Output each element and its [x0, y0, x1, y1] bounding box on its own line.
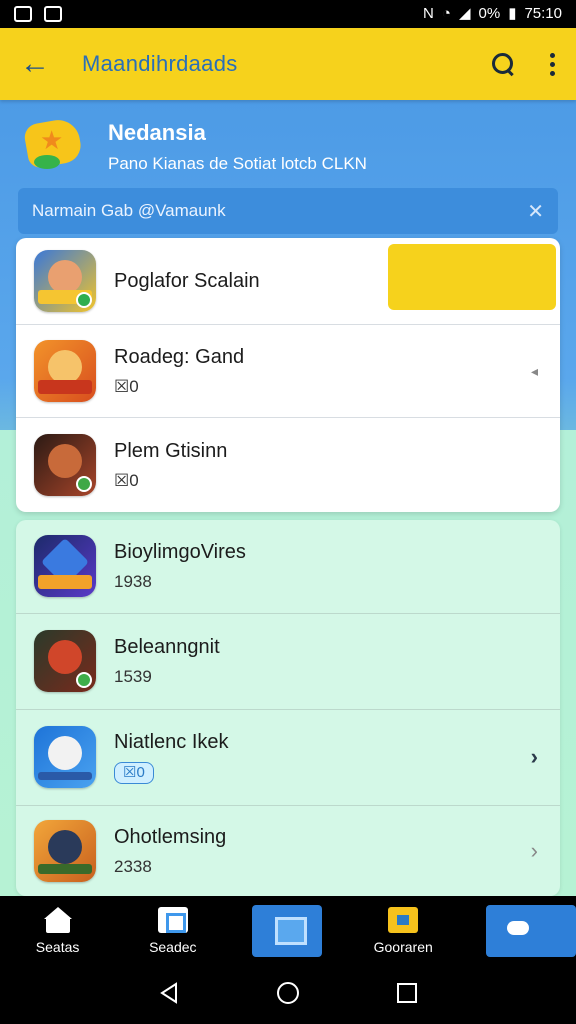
nav-item-search[interactable]: Seadec	[115, 896, 230, 966]
game-icon	[34, 535, 96, 597]
list-item-title: Roadeg: Gand	[114, 345, 245, 368]
list-item-badge: ☒0	[114, 761, 154, 784]
list-item-title: Poglafor Scalain	[114, 269, 260, 292]
app-list-card: BioylimgoVires 1938 Beleanngnit 1539 Nia…	[16, 520, 560, 896]
folder-icon	[388, 907, 419, 933]
nav-label: Seadec	[149, 939, 197, 955]
featured-list-card: Poglafor Scalain Roadeg: Gand ☒0 ◂ Plem …	[16, 238, 560, 512]
chevron-right-icon: ◂	[530, 362, 538, 379]
list-item-title: BioylimgoVires	[114, 540, 246, 563]
search-icon[interactable]	[490, 51, 516, 77]
list-item-subtitle: 2338	[114, 856, 152, 876]
wifi-icon: ◔	[441, 5, 451, 22]
game-icon	[34, 250, 96, 312]
list-item-title: Niatlenc Ikek	[114, 730, 229, 753]
list-item[interactable]: BioylimgoVires 1938	[16, 520, 560, 612]
page-title: Maandihrdaads	[82, 51, 238, 76]
header-title: Nedansia	[108, 120, 206, 145]
nav-item-home[interactable]: Seatas	[0, 896, 115, 966]
game-icon	[34, 434, 96, 496]
home-circle-icon[interactable]	[276, 981, 300, 1010]
battery-level: 0%	[478, 5, 501, 22]
clear-icon[interactable]: ✕	[527, 199, 544, 224]
action-button[interactable]	[388, 244, 556, 310]
list-item[interactable]: Roadeg: Gand ☒0 ◂	[16, 325, 560, 417]
image-icon	[44, 6, 62, 22]
cloud-icon	[503, 915, 533, 941]
list-item-subtitle-wrap: ☒0	[114, 761, 229, 784]
search-strip-text: Narmain Gab @Vamaunk	[32, 201, 226, 220]
chevron-right-icon[interactable]: ›	[531, 744, 538, 770]
list-item[interactable]: Beleanngnit 1539	[16, 614, 560, 708]
system-navigation-bar	[0, 966, 576, 1024]
library-icon	[273, 915, 307, 945]
clock: 75:10	[524, 5, 562, 22]
nav-label: Gooraren	[373, 939, 433, 955]
game-icon	[34, 630, 96, 692]
star-logo-icon: ★	[20, 115, 96, 179]
nav-label: Seatas	[35, 939, 80, 955]
list-item-title: Beleanngnit	[114, 635, 220, 658]
list-item-title: Ohotlemsing	[114, 825, 227, 848]
more-options-icon[interactable]	[550, 52, 556, 76]
app-bar: ← Maandihrdaads	[0, 28, 576, 100]
nav-item-folder[interactable]: Gooraren	[346, 896, 461, 966]
list-item-subtitle: ☒0	[114, 376, 139, 396]
header-subtitle: Pano Kianas de Sotiat lotcb CLKN	[108, 154, 367, 173]
list-item-subtitle: 1539	[114, 666, 152, 686]
list-item-subtitle: ☒0	[114, 470, 139, 490]
notification-icon	[14, 6, 32, 22]
back-icon[interactable]	[158, 981, 180, 1009]
home-icon	[43, 907, 73, 933]
back-arrow-icon[interactable]: ←	[20, 47, 60, 81]
signal-icon: ◢	[458, 5, 471, 22]
list-item[interactable]: Ohotlemsing 2338 ›	[16, 806, 560, 896]
nav-item-cloud[interactable]	[461, 896, 576, 966]
recents-icon[interactable]	[396, 982, 418, 1009]
list-item-title: Plem Gtisinn	[114, 439, 228, 462]
battery-icon: ▮	[508, 5, 517, 22]
search-strip[interactable]: Narmain Gab @Vamaunk ✕	[18, 188, 558, 234]
game-icon	[34, 340, 96, 402]
list-item[interactable]: Plem Gtisinn ☒0	[16, 418, 560, 512]
chevron-right-icon[interactable]: ›	[531, 838, 538, 864]
bottom-navigation: Seatas Seadec Gooraren	[0, 896, 576, 966]
game-icon	[34, 820, 96, 882]
header-section: ★ Nedansia Pano Kianas de Sotiat lotcb C…	[20, 112, 556, 182]
nav-item-library[interactable]	[230, 896, 345, 966]
game-icon	[34, 726, 96, 788]
list-item[interactable]: Niatlenc Ikek ☒0 ›	[16, 710, 560, 804]
list-item-subtitle: 1938	[114, 571, 152, 591]
list-item[interactable]: Poglafor Scalain	[16, 238, 560, 324]
status-bar: N ◔ ◢ 0% ▮ 75:10	[0, 0, 576, 28]
nfc-icon: N	[423, 5, 434, 22]
puzzle-icon	[157, 907, 188, 933]
